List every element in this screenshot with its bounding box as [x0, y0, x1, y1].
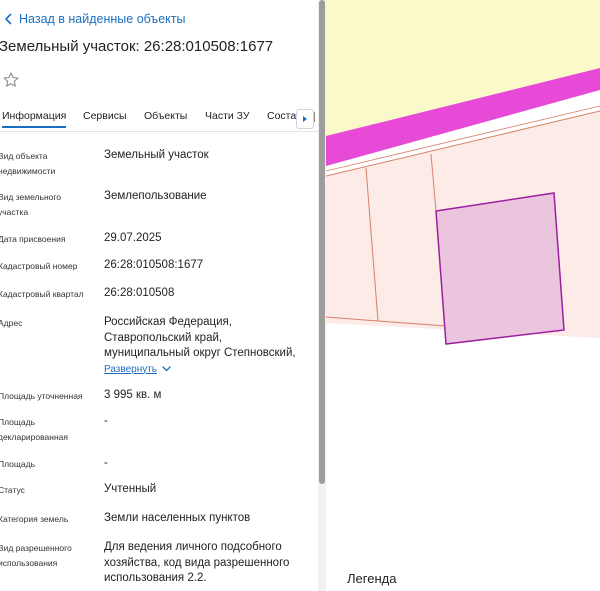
info-label: Вид земельного участка: [0, 192, 62, 217]
tab-info[interactable]: Информация: [2, 110, 67, 128]
map-legend[interactable]: Легенда: [326, 560, 600, 591]
info-label: Площадь декларированная: [0, 417, 68, 442]
info-value: Земельный участок: [104, 149, 209, 161]
info-value: Учтенный: [104, 483, 157, 495]
info-label: Площадь уточненная: [0, 391, 83, 401]
info-value: -: [104, 457, 108, 469]
info-value: Землепользование: [104, 190, 207, 202]
info-value: Российская Федерация, Ставропольский кра…: [104, 315, 314, 377]
object-info-panel: Назад в найденные объекты Земельный учас…: [0, 0, 318, 591]
chevron-down-icon: [162, 366, 171, 372]
tab-objects[interactable]: Объекты: [144, 110, 187, 122]
back-link[interactable]: Назад в найденные объекты: [0, 10, 185, 28]
scrollbar-thumb[interactable]: [319, 0, 325, 484]
tab-bar: Информация Сервисы Объекты Части ЗУ Сост…: [0, 106, 318, 132]
info-label: Категория земель: [0, 514, 69, 524]
address-line: Ставропольский край,: [104, 331, 223, 344]
info-label: Адрес: [0, 318, 23, 328]
info-label: Кадастровый квартал: [0, 289, 84, 299]
chevron-left-icon: [5, 13, 12, 25]
address-line: муниципальный округ Степновский,: [104, 347, 296, 359]
info-value: -: [104, 415, 108, 427]
info-label: Площадь: [0, 459, 36, 469]
info-value: Для ведения личного подсобного хозяйства…: [104, 540, 314, 587]
address-line: Российская Федерация,: [104, 316, 232, 328]
cadastral-map[interactable]: [326, 0, 600, 591]
info-value: 3 995 кв. м: [104, 389, 162, 401]
legend-title: Легенда: [347, 571, 397, 586]
page-title: Земельный участок: 26:28:010508:1677: [0, 38, 274, 55]
info-value: Земли населенных пунктов: [104, 512, 251, 524]
address-expand-link[interactable]: Развернуть: [104, 362, 171, 378]
star-icon[interactable]: [2, 71, 20, 89]
info-value: 26:28:010508:1677: [104, 259, 204, 271]
map-selected-parcel[interactable]: [436, 193, 564, 344]
permitted-use-line: использования 2.2.: [104, 572, 207, 584]
info-label: Вид разрешенного использования: [0, 543, 72, 568]
info-label: Кадастровый номер: [0, 261, 78, 271]
back-link-label: Назад в найденные объекты: [19, 12, 186, 26]
info-value: 29.07.2025: [104, 232, 162, 244]
permitted-use-line: хозяйства, код вида разрешенного: [104, 556, 290, 569]
permitted-use-line: Для ведения личного подсобного: [104, 541, 282, 553]
info-label: Статус: [0, 485, 25, 495]
panel-scrollbar[interactable]: [318, 0, 326, 591]
tab-parts[interactable]: Части ЗУ: [205, 110, 250, 122]
expand-label: Развернуть: [104, 363, 158, 375]
info-label: Дата присвоения: [0, 234, 66, 244]
tab-composition[interactable]: Соста: [267, 110, 296, 122]
triangle-right-icon: [303, 116, 307, 122]
tabs-scroll-right-button[interactable]: [296, 109, 314, 129]
info-label: Вид объекта недвижимости: [0, 151, 56, 176]
tab-services[interactable]: Сервисы: [83, 110, 127, 122]
info-value: 26:28:010508: [104, 287, 175, 299]
